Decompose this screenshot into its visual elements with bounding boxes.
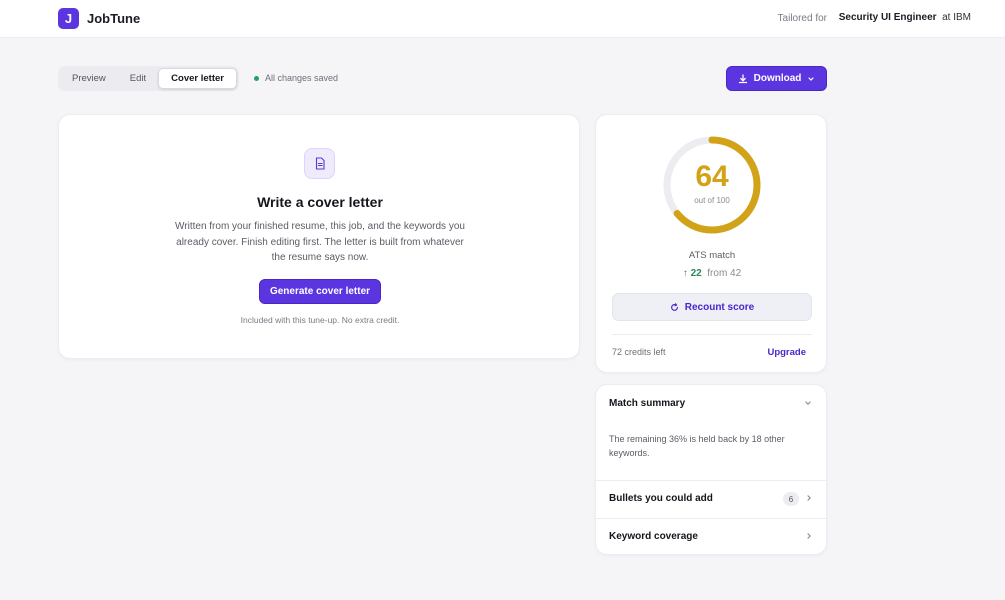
score-delta: ↑ 22 from 42 [596,268,828,279]
status-dot-icon [254,75,259,81]
chevron-right-icon [807,495,811,501]
divider [612,334,812,335]
match-summary-title[interactable]: Match summary [609,398,685,409]
document-icon [304,148,335,179]
tab-cover-letter[interactable]: Cover letter [158,68,237,89]
score-value: 64 [695,160,729,193]
save-status-text: All changes saved [265,73,339,83]
ats-score-card: 64 out of 100 ATS match ↑ 22 from 42 Rec… [595,114,827,373]
generate-cover-letter-button[interactable]: Generate cover letter [259,279,381,304]
credits-left: 72 credits left [612,347,666,357]
keyword-coverage-row[interactable]: Keyword coverage [596,519,828,556]
top-bar: J JobTune Tailored for Security UI Engin… [0,0,1005,38]
keyword-coverage-label: Keyword coverage [609,531,698,542]
chevron-down-icon[interactable] [804,399,812,407]
view-tabs: Preview Edit Cover letter [58,66,239,91]
count-badge: 6 [783,492,799,506]
recount-score-button[interactable]: Recount score [612,293,812,321]
cover-letter-card: Write a cover letter Written from your f… [58,114,580,359]
cover-letter-description: Written from your finished resume, this … [175,221,465,263]
tab-edit[interactable]: Edit [118,68,158,89]
match-summary-card: Match summary The remaining 36% is held … [595,384,828,556]
score-out-of: out of 100 [694,196,730,205]
download-label: Download [753,73,802,84]
save-status: All changes saved [254,73,338,83]
score-from: from 42 [707,268,742,279]
app-name[interactable]: JobTune [87,11,140,26]
refresh-icon [670,302,678,311]
bullets-row[interactable]: Bullets you could add 6 [596,481,828,518]
job-target: Security UI Engineer at IBM [839,12,971,23]
upgrade-link[interactable]: Upgrade [767,347,806,358]
ats-match-label: ATS match [688,250,736,261]
bullets-label: Bullets you could add [609,493,713,504]
chevron-down-icon [808,76,814,81]
tab-preview[interactable]: Preview [60,68,118,89]
cover-letter-note: Included with this tune-up. No extra cre… [240,315,400,325]
job-role: Security UI Engineer [838,12,937,23]
download-icon [738,73,747,83]
job-company: at IBM [942,12,971,23]
score-delta-value: 22 [690,268,702,279]
arrow-up-icon: ↑ [682,268,688,279]
recount-label: Recount score [684,301,755,313]
logo-icon[interactable]: J [58,8,79,29]
cover-letter-title: Write a cover letter [257,194,383,210]
match-summary-text: The remaining 36% is held back by 18 oth… [609,434,785,458]
download-button[interactable]: Download [726,66,827,91]
chevron-right-icon [807,533,811,539]
tailored-prefix: Tailored for [777,13,827,24]
